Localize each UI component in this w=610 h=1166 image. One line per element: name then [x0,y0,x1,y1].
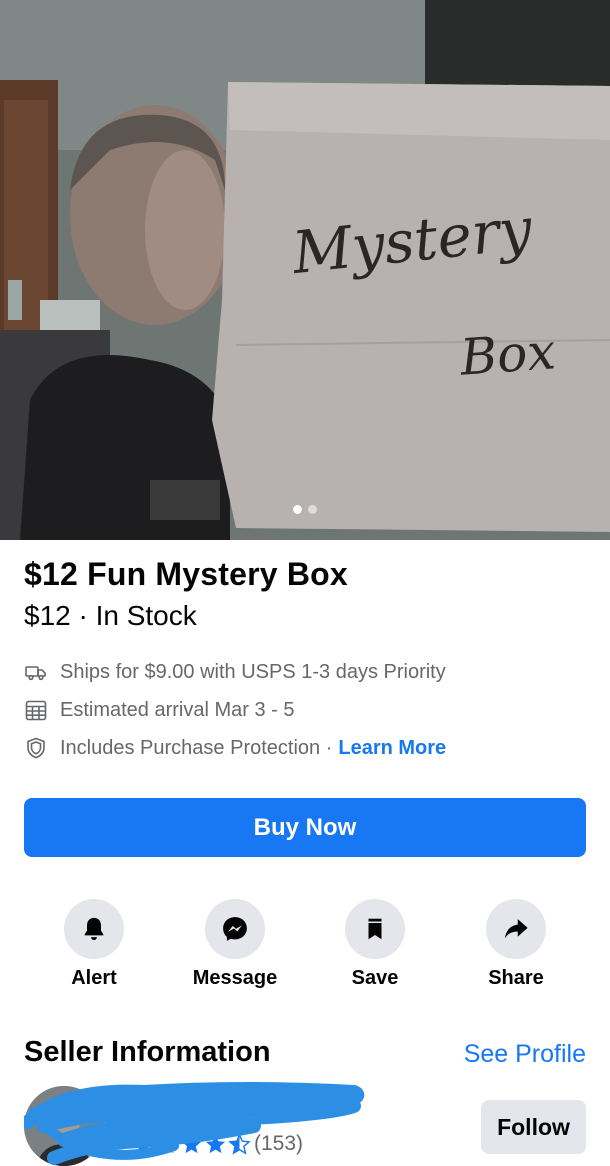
see-profile-link[interactable]: See Profile [464,1040,586,1069]
carousel-dots[interactable] [293,505,317,514]
redaction-scribble [24,1082,365,1165]
follow-button[interactable]: Follow [481,1100,586,1154]
alert-label: Alert [71,967,117,989]
protection-text: Includes Purchase Protection · [60,736,333,759]
protection-info: Includes Purchase Protection · Learn Mor… [24,736,446,760]
messenger-icon [223,917,247,941]
learn-more-link[interactable]: Learn More [338,737,446,760]
shipping-text: Ships for $9.00 with USPS 1-3 days Prior… [60,660,446,683]
carousel-dot-1[interactable] [293,505,302,514]
message-button[interactable] [205,899,265,959]
calendar-icon [24,698,48,722]
arrival-info: Estimated arrival Mar 3 - 5 [24,698,295,722]
save-action[interactable]: Save [305,899,445,990]
shield-icon [24,736,48,760]
seller-info-heading: Seller Information [24,1036,271,1068]
share-arrow-icon [504,919,528,939]
bell-icon [84,917,104,941]
share-button[interactable] [486,899,546,959]
price-stock-line: $12 · In Stock [24,600,197,631]
carousel-dot-2[interactable] [308,505,317,514]
product-photo[interactable]: Mystery Box [0,0,610,540]
listing-title: $12 Fun Mystery Box [24,556,348,592]
arrival-text: Estimated arrival Mar 3 - 5 [60,698,295,721]
truck-icon [24,660,48,684]
alert-button[interactable] [64,899,124,959]
bookmark-icon [368,918,382,940]
save-button[interactable] [345,899,405,959]
share-label: Share [488,967,544,989]
product-photo-illustration: Mystery Box [0,0,610,540]
share-action[interactable]: Share [446,899,586,990]
buy-now-button[interactable]: Buy Now [24,798,586,857]
message-label: Message [192,967,278,989]
save-label: Save [351,967,399,989]
box-text-box: Box [457,322,557,387]
message-action[interactable]: Message [165,899,305,990]
seller-row: (153) Follow [24,1082,586,1166]
alert-action[interactable]: Alert [24,899,164,990]
shipping-info: Ships for $9.00 with USPS 1-3 days Prior… [24,660,446,684]
